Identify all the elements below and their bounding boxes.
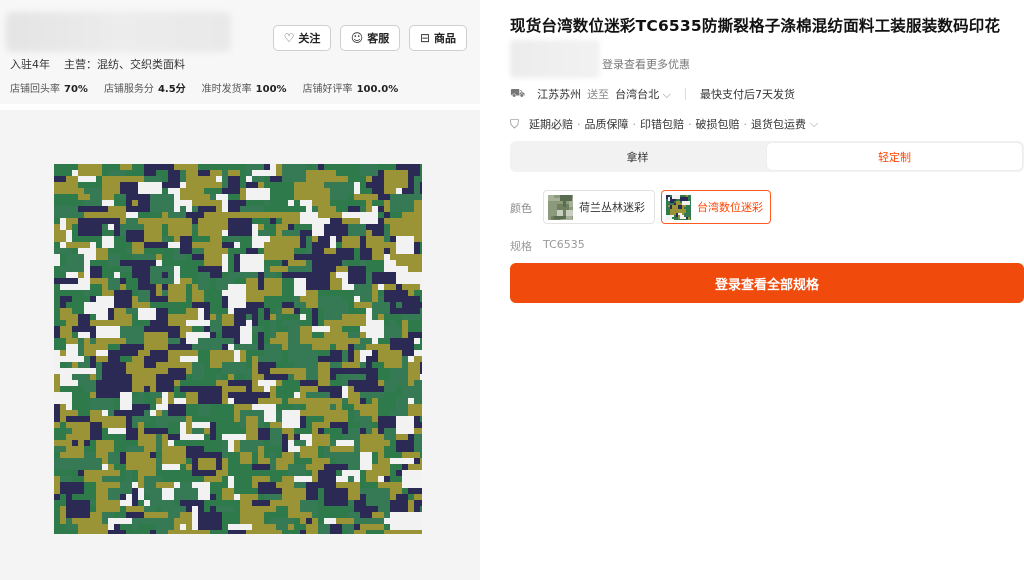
shop-header: ♡ 关注 ☺ 客服 ⊟ 商品 入驻4年 主营：混纺、交织类面料 店铺回头率 70%…	[0, 0, 480, 104]
service-item: 品质保障	[584, 118, 629, 131]
shield-check-icon: ⛉	[510, 116, 520, 131]
price-redacted	[510, 40, 600, 78]
service-item: 破损包赔	[695, 118, 740, 131]
truck-icon: ⛟	[510, 86, 526, 100]
follow-button[interactable]: ♡ 关注	[273, 25, 331, 51]
service-item: 延期必赔	[529, 118, 574, 131]
store-icon: ⊟	[419, 31, 431, 45]
service-label: 客服	[367, 32, 390, 45]
ship-to-select[interactable]: 台湾台北 ⌵	[615, 86, 671, 102]
ship-time: 最快支付后7天发货	[699, 88, 795, 101]
shipping-row: ⛟ 江苏苏州 送至 台湾台北 ⌵ 最快支付后7天发货	[510, 86, 795, 102]
customer-service-button[interactable]: ☺ 客服	[340, 25, 400, 51]
right-panel: 现货台湾数位迷彩TC6535防撕裂格子涤棉混纺面料工装服装数码印花 登录查看更多…	[480, 0, 1024, 580]
ship-to-word: 送至	[587, 88, 610, 101]
shop-years: 入驻4年	[10, 58, 50, 71]
tab-light-customization[interactable]: 轻定制	[766, 142, 1023, 171]
follow-label: 关注	[298, 32, 321, 45]
divider	[684, 88, 686, 100]
shop-goods-button[interactable]: ⊟ 商品	[409, 25, 467, 51]
stat-repurchase: 店铺回头率 70%	[10, 84, 88, 95]
stat-service-score: 店铺服务分 4.5分	[103, 84, 186, 95]
shop-meta: 入驻4年 主营：混纺、交织类面料	[10, 56, 185, 72]
left-panel: ♡ 关注 ☺ 客服 ⊟ 商品 入驻4年 主营：混纺、交织类面料 店铺回头率 70%…	[0, 0, 480, 580]
smile-icon: ☺	[350, 31, 364, 45]
login-hint-link[interactable]: 登录查看更多优惠	[602, 56, 690, 72]
color-option-taiwan-digital[interactable]: 台湾数位迷彩	[661, 190, 771, 224]
swatch-thumbnail	[548, 194, 573, 220]
chevron-down-icon: ⌵	[662, 88, 671, 101]
product-title: 现货台湾数位迷彩TC6535防撕裂格子涤棉混纺面料工装服装数码印花	[510, 17, 1001, 35]
purchase-mode-tabs: 拿样 轻定制	[510, 141, 1024, 172]
color-label: 颜色	[510, 202, 532, 215]
chevron-down-icon: ⌵	[810, 117, 819, 130]
login-view-all-specs-button[interactable]: 登录查看全部规格	[510, 263, 1024, 303]
service-guarantees[interactable]: ⛉ 延期必赔 · 品质保障 · 印错包赔 · 破损包赔 · 退货包运费 ⌵	[510, 116, 818, 132]
shop-name-redacted	[6, 12, 231, 52]
stat-positive-rate: 店铺好评率 100.0%	[302, 84, 399, 95]
product-image[interactable]	[54, 164, 422, 534]
product-image-area	[0, 110, 480, 580]
stat-ontime-shipping: 准时发货率 100%	[201, 84, 287, 95]
heart-plus-icon: ♡	[283, 31, 295, 45]
tab-sample[interactable]: 拿样	[510, 141, 765, 172]
spec-label: 规格	[510, 240, 532, 253]
color-option-dutch-jungle[interactable]: 荷兰丛林迷彩	[543, 190, 655, 224]
shop-main-business: 主营：混纺、交织类面料	[64, 58, 185, 71]
service-item: 退货包运费	[751, 118, 807, 131]
spec-value: TC6535	[543, 238, 585, 251]
shop-stats: 店铺回头率 70% 店铺服务分 4.5分 准时发货率 100% 店铺好评率 100.0%	[10, 80, 398, 95]
service-item: 印错包赔	[640, 118, 685, 131]
swatch-thumbnail	[666, 194, 691, 220]
goods-label: 商品	[434, 32, 457, 45]
ship-from: 江苏苏州	[537, 88, 582, 101]
